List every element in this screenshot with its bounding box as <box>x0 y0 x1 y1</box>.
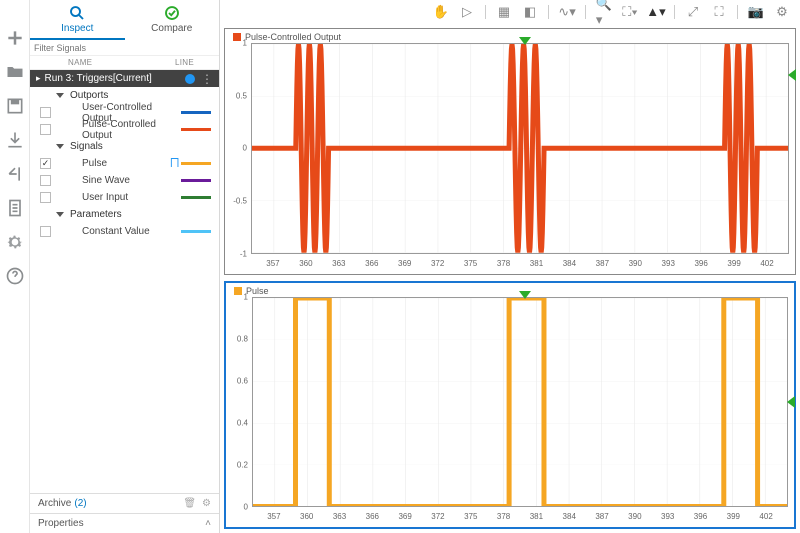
chart-panels: Pulse-Controlled Output -1-0.500.5135736… <box>220 24 800 533</box>
col-name: NAME <box>38 58 175 67</box>
zoom-icon[interactable]: 🔍▾ <box>596 4 612 20</box>
run-row[interactable]: ▸ Run 3: Triggers[Current] ⋮ <box>30 70 219 87</box>
page-icon[interactable] <box>5 198 25 218</box>
signal-constant[interactable]: Constant Value <box>30 223 219 240</box>
chart-panel-bottom[interactable]: Pulse 00.20.40.60.8135736036336636937237… <box>224 281 796 530</box>
archive-bar[interactable]: Archive (2) 🗑⚙ <box>30 493 219 513</box>
tab-inspect-label: Inspect <box>61 23 93 34</box>
tab-compare[interactable]: Compare <box>125 0 220 40</box>
signal-user-input[interactable]: User Input <box>30 189 219 206</box>
run-status-dot <box>185 74 195 84</box>
group-signals[interactable]: Signals <box>30 138 219 155</box>
chevron-up-icon: ˄ <box>205 518 211 529</box>
run-more-icon[interactable]: ⋮ <box>201 75 213 83</box>
signal-sine[interactable]: Sine Wave <box>30 172 219 189</box>
main-area: ✋ ▷ ▦ ◧ ∿▾ 🔍▾ ⛶▾ ▲▾ ⤢ ⛶ 📷 ⚙ Pulse-Contro… <box>220 0 800 533</box>
column-headers: NAME LINE <box>30 56 219 70</box>
settings-icon[interactable]: ⚙ <box>774 4 790 20</box>
step-icon: ⨅ <box>170 157 179 170</box>
plus-icon[interactable] <box>5 28 25 48</box>
help-icon[interactable] <box>5 266 25 286</box>
archive-gear-icon[interactable]: ⚙ <box>202 498 211 509</box>
expand-icon[interactable]: ⤢ <box>685 4 701 20</box>
export-icon[interactable] <box>5 164 25 184</box>
signal-pulse-controlled[interactable]: Pulse-Controlled Output <box>30 121 219 138</box>
signal-sidebar: Inspect Compare NAME LINE ▸ Run 3: Trigg… <box>30 0 220 533</box>
chart-panel-top[interactable]: Pulse-Controlled Output -1-0.500.5135736… <box>224 28 796 275</box>
fullscreen-icon[interactable]: ⛶ <box>711 4 727 20</box>
signal-tree: Outports User-Controlled Output Pulse-Co… <box>30 87 219 240</box>
gear-icon[interactable] <box>5 232 25 252</box>
tab-compare-label: Compare <box>151 23 192 34</box>
col-line: LINE <box>175 58 219 67</box>
properties-bar[interactable]: Properties ˄ <box>30 513 219 533</box>
left-icon-rail <box>0 0 30 533</box>
pan-icon[interactable]: ✋ <box>433 4 449 20</box>
cursor-icon[interactable]: ▲▾ <box>648 4 664 20</box>
wave-icon[interactable]: ∿▾ <box>559 4 575 20</box>
plot-toolbar: ✋ ▷ ▦ ◧ ∿▾ 🔍▾ ⛶▾ ▲▾ ⤢ ⛶ 📷 ⚙ <box>220 0 800 24</box>
group-parameters[interactable]: Parameters <box>30 206 219 223</box>
snapshot-icon[interactable]: 📷 <box>748 4 764 20</box>
filter-signals-input[interactable] <box>30 40 219 56</box>
play-icon[interactable]: ▷ <box>459 4 475 20</box>
grid-icon[interactable]: ▦ <box>496 4 512 20</box>
save-icon[interactable] <box>5 96 25 116</box>
run-label: Run 3: Triggers[Current] <box>45 73 152 84</box>
archive-trash-icon[interactable]: 🗑 <box>183 498 196 509</box>
folder-icon[interactable] <box>5 62 25 82</box>
legend-top: Pulse-Controlled Output <box>245 32 341 42</box>
clear-icon[interactable]: ◧ <box>522 4 538 20</box>
legend-bottom: Pulse <box>246 286 269 296</box>
mode-tabs: Inspect Compare <box>30 0 219 40</box>
tab-inspect[interactable]: Inspect <box>30 0 125 40</box>
fit-icon[interactable]: ⛶▾ <box>622 4 638 20</box>
import-icon[interactable] <box>5 130 25 150</box>
signal-pulse[interactable]: ✓Pulse⨅ <box>30 155 219 172</box>
